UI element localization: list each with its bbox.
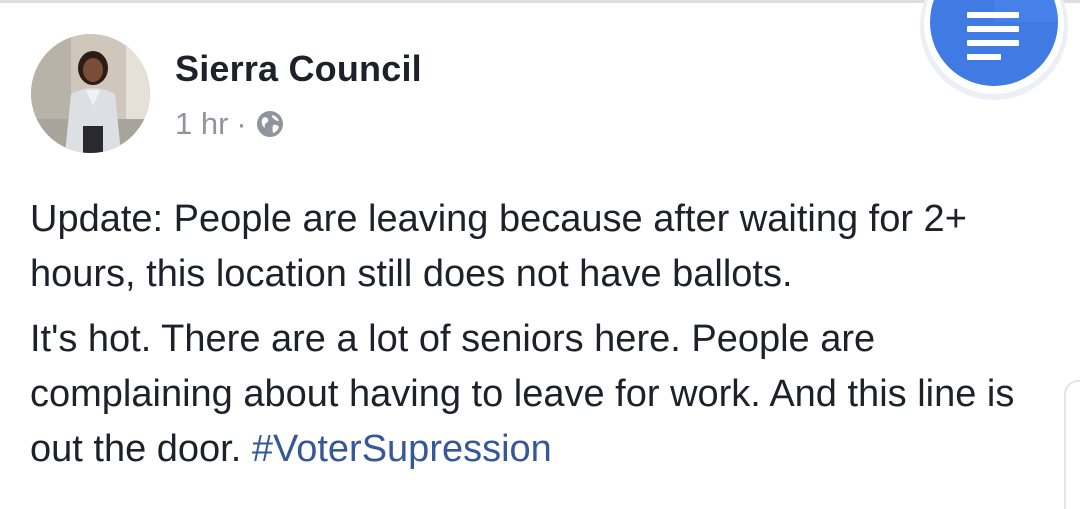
globe-icon <box>255 109 285 139</box>
post-paragraph: It's hot. There are a lot of seniors her… <box>30 312 1030 477</box>
meta-separator: · <box>236 106 247 141</box>
hashtag-link[interactable]: #VoterSupression <box>252 428 552 470</box>
post-timestamp[interactable]: 1 hr <box>175 106 228 142</box>
post-body: Update: People are leaving because after… <box>30 192 1030 487</box>
avatar-photo <box>31 34 150 153</box>
scroll-edge <box>1064 380 1080 509</box>
post-paragraph: Update: People are leaving because after… <box>30 198 967 295</box>
floating-notes-button[interactable] <box>920 0 1068 100</box>
post-meta: 1 hr · <box>175 104 285 144</box>
avatar[interactable] <box>31 34 150 153</box>
facebook-post: Sierra Council 1 hr · Update: People are… <box>0 0 1080 509</box>
author-name[interactable]: Sierra Council <box>175 48 422 90</box>
